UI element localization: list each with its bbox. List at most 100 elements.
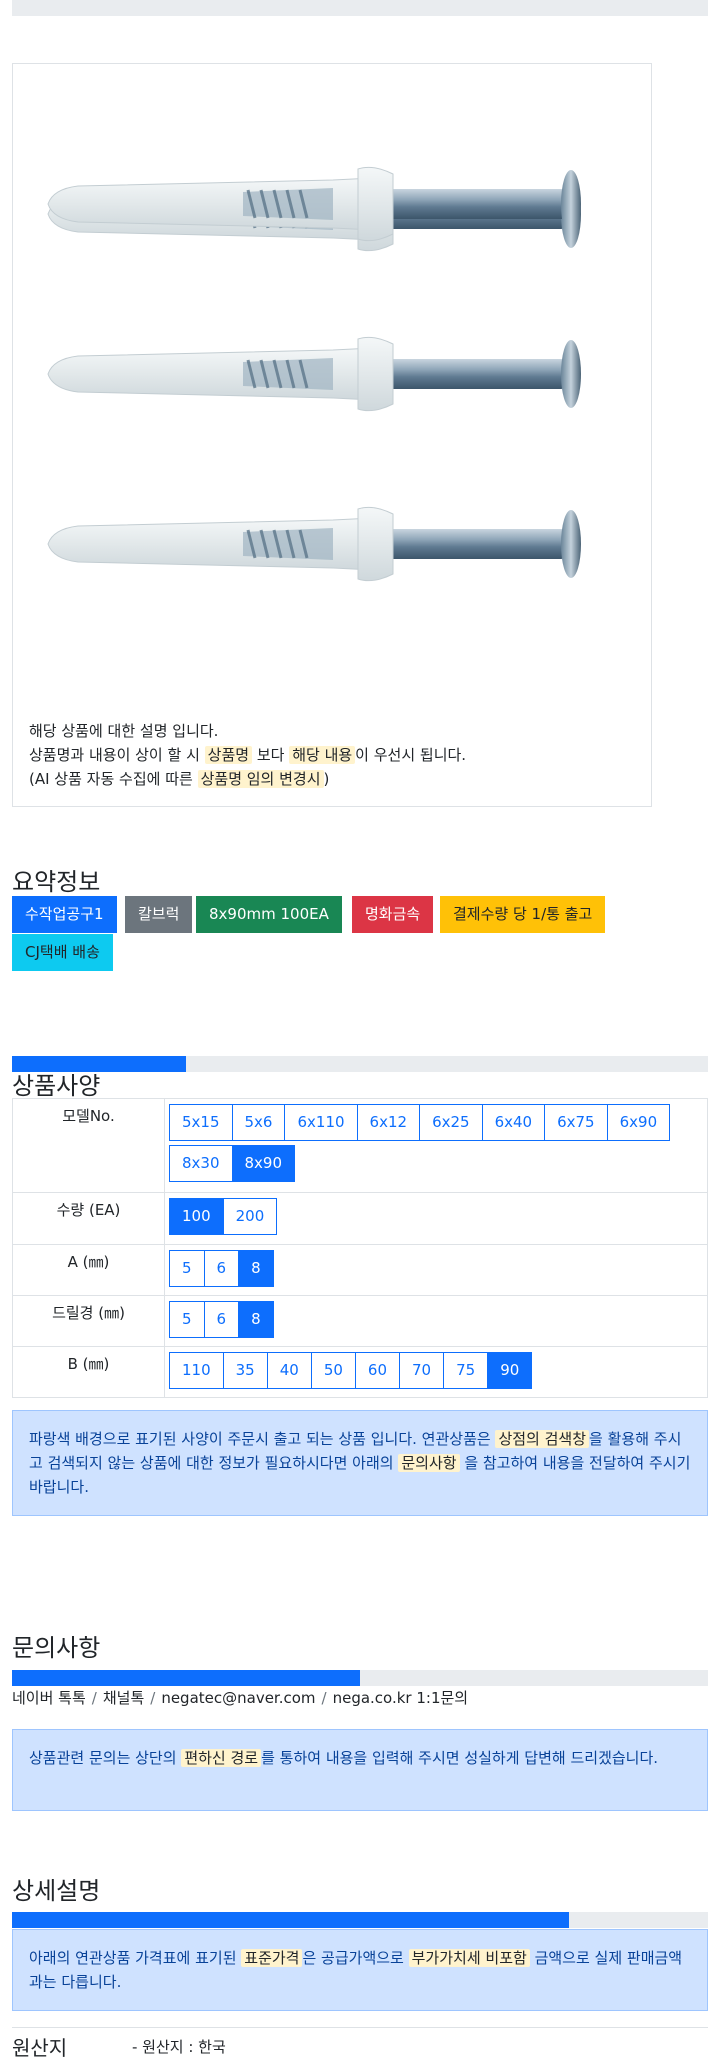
inquiry-links: 네이버 톡톡 / 채널톡 / negatec@naver.com / nega.co.kr … — [12, 1687, 468, 1708]
notice-text: 상품관련 문의는 상단의 — [29, 1749, 182, 1767]
spec-title: 상품사양 — [12, 1072, 101, 1100]
option-button[interactable]: 6x90 — [606, 1104, 671, 1141]
product-image-card: 해당 상품에 대한 설명 입니다. 상품명과 내용이 상이 할 시 상품명 보다… — [12, 63, 652, 807]
spec-row-options: 110 35 40 50 60 70 75 90 — [164, 1346, 708, 1398]
option-button[interactable]: 35 — [222, 1352, 268, 1389]
spec-progress-bar — [12, 1056, 708, 1072]
summary-title: 요약정보 — [12, 868, 101, 896]
option-button[interactable]: 110 — [169, 1352, 224, 1389]
origin-row: 원산지 - 원산지 : 한국 — [12, 2027, 708, 2063]
tag-category: 수작업공구1 — [12, 896, 117, 933]
option-button[interactable]: 8x90 — [231, 1145, 296, 1182]
spec-row-options: 568 — [164, 1295, 708, 1347]
description-line-1: 해당 상품에 대한 설명 입니다. — [29, 722, 219, 740]
origin-value: - 원산지 : 한국 — [132, 2038, 226, 2056]
option-button[interactable]: 40 — [266, 1352, 312, 1389]
spec-row: 수량 (EA) 100 200 — [12, 1192, 708, 1245]
option-group: 8x30 8x90 — [169, 1145, 707, 1182]
option-button[interactable]: 90 — [487, 1352, 533, 1389]
spec-row-options: 100 200 — [164, 1192, 708, 1245]
separator: / — [91, 1689, 97, 1707]
inquiry-progress-fill — [12, 1670, 360, 1686]
option-button[interactable]: 8x30 — [169, 1145, 233, 1182]
inquiry-notice: 상품관련 문의는 상단의 편하신 경로 를 통하여 내용을 입력해 주시면 성실하… — [12, 1729, 708, 1811]
spec-row-label: 드릴경 (㎜) — [12, 1295, 165, 1347]
top-divider-bar — [12, 0, 708, 16]
description-text: 상품명과 내용이 상이 할 시 — [29, 746, 205, 764]
spec-row-label: 모델No. — [12, 1098, 165, 1193]
link-site-inquiry[interactable]: nega.co.kr 1:1문의 — [333, 1689, 469, 1707]
option-group: 110 35 40 50 60 70 75 90 — [169, 1352, 707, 1389]
option-button[interactable]: 5x15 — [169, 1104, 233, 1141]
option-button[interactable]: 6x40 — [481, 1104, 546, 1141]
option-group: 5x15 5x6 6x110 6x12 6x25 6x40 6x75 6x90 — [169, 1104, 707, 1141]
option-button[interactable]: 75 — [443, 1352, 489, 1389]
highlight-content: 해당 내용 — [289, 746, 356, 764]
separator: / — [321, 1689, 327, 1707]
option-button[interactable]: 6x75 — [544, 1104, 608, 1141]
link-email[interactable]: negatec@naver.com — [161, 1689, 315, 1707]
option-button[interactable]: 8 — [238, 1301, 274, 1338]
highlight-product-name: 상품명 — [204, 746, 253, 764]
detail-progress-bar — [12, 1912, 708, 1928]
separator: / — [150, 1689, 156, 1707]
spec-row-label: A (㎜) — [12, 1244, 165, 1296]
description-line-2: 상품명과 내용이 상이 할 시 상품명 보다 해당 내용 이 우선시 됩니다. — [29, 743, 466, 767]
option-button[interactable]: 50 — [310, 1352, 356, 1389]
tag-delivery: CJ택배 배송 — [12, 934, 113, 971]
spec-notice: 파랑색 배경으로 표기된 사양이 주문시 출고 되는 상품 입니다. 연관상품은… — [12, 1410, 708, 1516]
option-button[interactable]: 6 — [203, 1250, 240, 1287]
origin-label: 원산지 — [12, 2036, 68, 2060]
option-button[interactable]: 60 — [354, 1352, 401, 1389]
tag-shipping-qty: 결제수량 당 1/통 출고 — [440, 896, 606, 933]
detail-progress-fill — [12, 1912, 569, 1928]
option-group: 100 200 — [169, 1198, 707, 1235]
option-button[interactable]: 6 — [203, 1301, 240, 1338]
description-text: 보다 — [252, 746, 290, 764]
highlight-standard-price: 표준가격 — [241, 1949, 303, 1967]
option-group: 568 — [169, 1301, 707, 1338]
spec-row-label: 수량 (EA) — [12, 1192, 165, 1245]
notice-text: 은 공급가액으로 — [302, 1949, 409, 1967]
description-text: 이 우선시 됩니다. — [355, 746, 467, 764]
option-button[interactable]: 70 — [399, 1352, 445, 1389]
notice-text: 아래의 연관상품 가격표에 표기된 — [29, 1949, 242, 1967]
option-button[interactable]: 5 — [169, 1250, 205, 1287]
tag-type: 칼브럭 — [125, 896, 193, 933]
highlight-store-search: 상점의 검색창 — [495, 1430, 590, 1448]
detail-title: 상세설명 — [12, 1877, 101, 1905]
tag-brand: 명화금속 — [352, 896, 434, 933]
spec-row-options: 568 — [164, 1244, 708, 1296]
inquiry-title: 문의사항 — [12, 1634, 101, 1662]
highlight-vat-excluded: 부가가치세 비포함 — [408, 1949, 530, 1967]
highlight-inquiry: 문의사항 — [398, 1454, 460, 1472]
option-button[interactable]: 200 — [222, 1198, 278, 1235]
description-text: (AI 상품 자동 수집에 따른 — [29, 770, 198, 788]
option-button[interactable]: 5 — [169, 1301, 205, 1338]
spec-row: 모델No. 5x15 5x6 6x110 6x12 6x25 6x40 6x75 6x90 8x3… — [12, 1098, 708, 1193]
option-button[interactable]: 5x6 — [231, 1104, 286, 1141]
product-description: 해당 상품에 대한 설명 입니다. 상품명과 내용이 상이 할 시 상품명 보다… — [29, 719, 466, 791]
spec-row: B (㎜) 110 35 40 50 60 70 75 90 — [12, 1346, 708, 1398]
tag-size: 8x90mm 100EA — [196, 896, 342, 933]
option-button[interactable]: 6x12 — [356, 1104, 421, 1141]
notice-text: 를 통하여 내용을 입력해 주시면 성실하게 답변해 드리겠습니다. — [261, 1749, 659, 1767]
highlight-name-change: 상품명 임의 변경시 — [197, 770, 324, 788]
inquiry-progress-bar — [12, 1670, 708, 1686]
link-naver-talktalk[interactable]: 네이버 톡톡 — [12, 1689, 86, 1707]
spec-table: 모델No. 5x15 5x6 6x110 6x12 6x25 6x40 6x75 6x90 8x3… — [12, 1098, 708, 1398]
option-button[interactable]: 6x25 — [419, 1104, 483, 1141]
product-image-nail-anchors — [46, 165, 583, 583]
option-button[interactable]: 100 — [169, 1198, 224, 1235]
option-button[interactable]: 6x110 — [284, 1104, 358, 1141]
spec-row-label: B (㎜) — [12, 1346, 165, 1398]
link-channeltalk[interactable]: 채널톡 — [103, 1689, 144, 1707]
spec-row: A (㎜) 5 6 8 — [12, 1244, 708, 1296]
spec-row-options: 5x15 5x6 6x110 6x12 6x25 6x40 6x75 6x90 8x30 8x90 — [164, 1098, 708, 1193]
description-line-3: (AI 상품 자동 수집에 따른 상품명 임의 변경시) — [29, 767, 466, 791]
option-button[interactable]: 8 — [238, 1250, 274, 1287]
highlight-preferred-route: 편하신 경로 — [181, 1749, 262, 1767]
notice-text: 파랑색 배경으로 표기된 사양이 주문시 출고 되는 상품 입니다. 연관상품은 — [29, 1430, 496, 1448]
spec-row: 드릴경 (㎜) 5 6 8 — [12, 1295, 708, 1347]
option-group: 568 — [169, 1250, 707, 1287]
